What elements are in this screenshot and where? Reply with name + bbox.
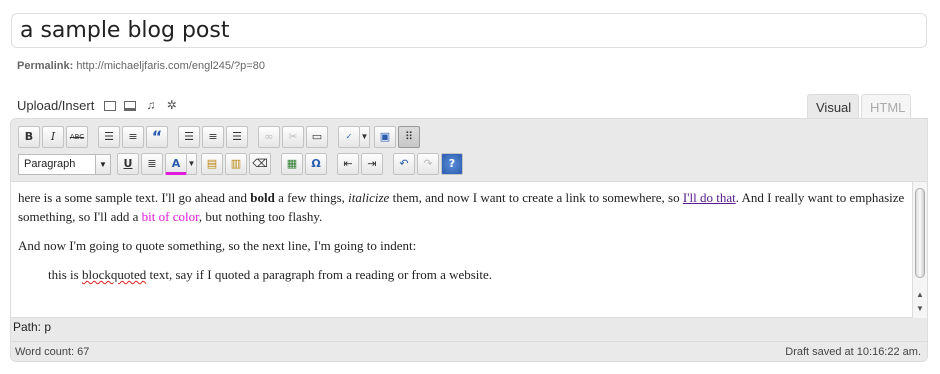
permalink-label: Permalink: (17, 60, 74, 72)
unlink-icon[interactable]: ✂ (282, 126, 304, 148)
align-right-icon[interactable]: ☰ (226, 126, 248, 148)
underline-button[interactable]: U (117, 153, 139, 175)
outdent-icon[interactable]: ⇤ (337, 153, 359, 175)
format-select-value: Paragraph (24, 157, 76, 170)
kitchen-sink-icon[interactable]: ⠿ (398, 126, 420, 148)
indent-icon[interactable]: ⇥ (361, 153, 383, 175)
upload-insert-label: Upload/Insert (17, 98, 95, 113)
special-char-button[interactable]: Ω (305, 153, 327, 175)
italic-button[interactable]: I (42, 126, 64, 148)
media-gear-icon[interactable]: ✲ (165, 99, 178, 112)
text-color-dropdown-icon[interactable]: ▼ (187, 153, 197, 175)
blockquote-button[interactable]: “ (146, 126, 168, 148)
content-scrollbar[interactable]: ▲ ▼ (912, 182, 927, 318)
embed-media-icon[interactable]: ▦ (281, 153, 303, 175)
post-title-input[interactable]: a sample blog post (11, 13, 927, 48)
redo-icon[interactable]: ↷ (417, 153, 439, 175)
align-left-icon[interactable]: ☰ (178, 126, 200, 148)
scrollbar-thumb[interactable] (915, 188, 925, 278)
bullet-list-icon[interactable]: ☰ (98, 126, 120, 148)
element-path: Path: p (13, 320, 52, 334)
permalink: Permalink: http://michaeljfaris.com/engl… (17, 60, 265, 72)
align-center-icon[interactable]: ≡ (202, 126, 224, 148)
fullscreen-icon[interactable]: ▣ (374, 126, 396, 148)
paragraph: here is a some sample text. I'll go ahea… (18, 190, 905, 224)
chevron-down-icon: ▼ (95, 154, 110, 174)
paste-text-icon[interactable]: ▤ (201, 153, 223, 175)
status-bar: Word count: 67 Draft saved at 10:16:22 a… (11, 341, 927, 361)
blockquote: this is blockquoted text, say if I quote… (48, 267, 493, 282)
undo-icon[interactable]: ↶ (393, 153, 415, 175)
image-icon[interactable] (104, 100, 117, 111)
post-content-area[interactable]: here is a some sample text. I'll go ahea… (11, 181, 927, 318)
permalink-url[interactable]: http://michaeljfaris.com/engl245/?p=80 (76, 60, 265, 72)
numbered-list-icon[interactable]: ≡ (122, 126, 144, 148)
tab-html[interactable]: HTML (861, 94, 911, 119)
upload-insert-bar: Upload/Insert ♫ ✲ (17, 98, 186, 113)
audio-icon[interactable]: ♫ (144, 99, 157, 112)
editor: B I ABC ☰ ≡ “ ☰ ≡ ☰ ∞ ✂ ▭ ✓ ▼ ▣ ⠿ Paragr… (10, 118, 928, 362)
draft-saved-status: Draft saved at 10:16:22 am. (785, 346, 921, 358)
justify-icon[interactable]: ≣ (141, 153, 163, 175)
bold-button[interactable]: B (18, 126, 40, 148)
spellcheck-dropdown-icon[interactable]: ▼ (360, 126, 370, 148)
remove-format-icon[interactable]: ⌫ (249, 153, 271, 175)
misspelled-word: blockquoted (81, 267, 147, 282)
paste-word-icon[interactable]: ▥ (225, 153, 247, 175)
format-select[interactable]: Paragraph ▼ (18, 153, 111, 175)
more-tag-icon[interactable]: ▭ (306, 126, 328, 148)
link-icon[interactable]: ∞ (258, 126, 280, 148)
paragraph: And now I'm going to quote something, so… (18, 238, 417, 253)
help-button[interactable]: ? (441, 153, 463, 175)
text-color-button[interactable]: A (165, 153, 187, 175)
tab-visual[interactable]: Visual (807, 94, 859, 119)
spellcheck-icon[interactable]: ✓ (338, 126, 360, 148)
strikethrough-button[interactable]: ABC (66, 126, 88, 148)
colored-text: bit of color (141, 209, 199, 224)
content-link[interactable]: I'll do that (683, 190, 736, 205)
video-icon[interactable] (124, 100, 137, 111)
scroll-up-icon[interactable]: ▲ (913, 288, 927, 302)
toolbar-row-1: B I ABC ☰ ≡ “ ☰ ≡ ☰ ∞ ✂ ▭ ✓ ▼ ▣ ⠿ (18, 125, 422, 149)
word-count: Word count: 67 (15, 346, 90, 358)
toolbar-row-2: Paragraph ▼ U ≣ A ▼ ▤ ▥ ⌫ ▦ Ω ⇤ ⇥ ↶ ↷ ? (18, 152, 465, 176)
scroll-down-icon[interactable]: ▼ (913, 302, 927, 316)
